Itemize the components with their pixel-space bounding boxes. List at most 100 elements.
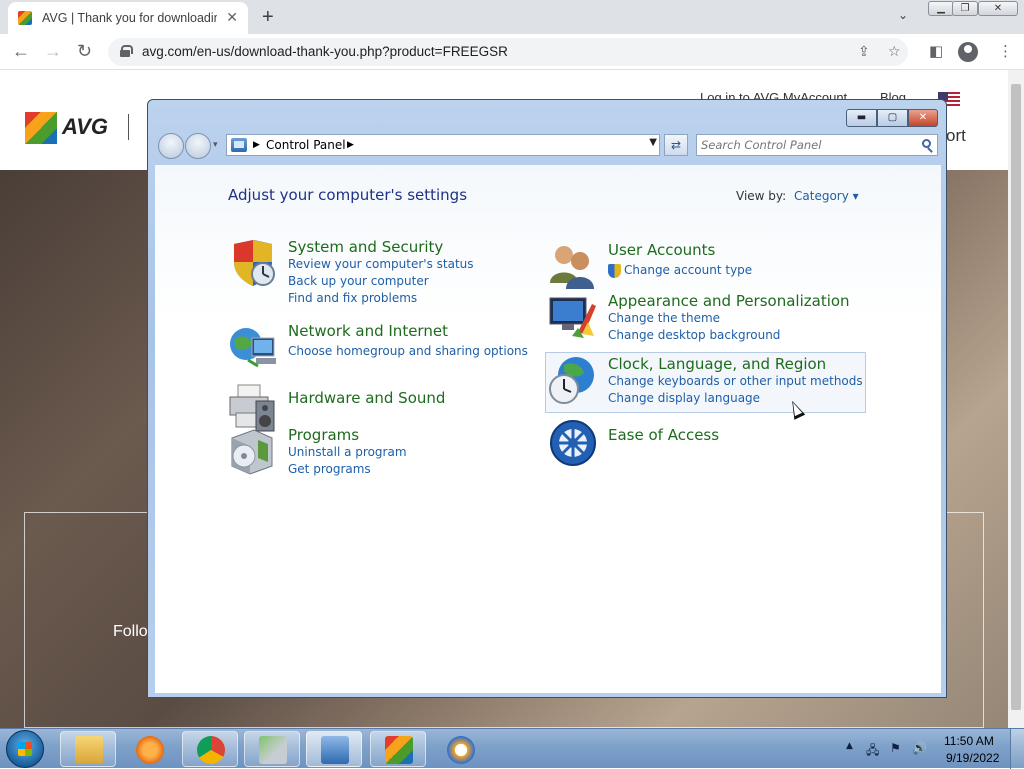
control-panel-icon — [231, 138, 247, 152]
avg-favicon-icon — [18, 11, 32, 25]
url-text: avg.com/en-us/download-thank-you.php?pro… — [142, 44, 508, 59]
recent-pages-chevron-icon[interactable]: ▾ — [213, 140, 218, 150]
back-button[interactable]: ← — [12, 41, 30, 62]
page-heading: Adjust your computer's settings — [228, 186, 468, 204]
taskbar-media-player[interactable] — [121, 731, 177, 767]
refresh-button[interactable]: ⇄ — [664, 134, 688, 156]
category-title[interactable]: Appearance and Personalization — [608, 292, 850, 310]
avg-logo-text[interactable]: AVG — [62, 114, 108, 140]
control-panel-window: ▬ ▢ ✕ ▾ ▶ Control Panel ▶ ▼ ⇄ Adjust you… — [147, 99, 947, 698]
windows-taskbar: ▲ 🖧 ⚑ 🔊 11:50 AM 9/19/2022 — [0, 728, 1024, 769]
side-panel-icon[interactable]: ◧ — [929, 42, 943, 60]
cp-content-area: Adjust your computer's settings View by:… — [155, 165, 941, 693]
tab-title: AVG | Thank you for downloadin — [42, 11, 217, 25]
link-find-fix[interactable]: Find and fix problems — [288, 291, 417, 305]
browser-tab-avg[interactable]: AVG | Thank you for downloadin ✕ — [8, 2, 248, 34]
taskbar-chrome[interactable] — [182, 731, 238, 767]
programs-box-icon[interactable] — [228, 426, 278, 476]
network-tray-icon[interactable]: 🖧 — [866, 741, 879, 762]
link-homegroup[interactable]: Choose homegroup and sharing options — [288, 344, 528, 358]
show-desktop-button[interactable] — [1010, 729, 1024, 769]
cp-minimize-button[interactable]: ▬ — [846, 109, 877, 127]
tab-close-icon[interactable]: ✕ — [226, 10, 238, 26]
start-button[interactable] — [6, 730, 44, 768]
globe-clock-icon[interactable] — [548, 355, 598, 405]
view-by-dropdown[interactable]: Category ▾ — [794, 189, 859, 203]
category-title[interactable]: Clock, Language, and Region — [608, 355, 826, 373]
new-tab-button[interactable]: + — [262, 6, 274, 29]
address-dropdown-icon[interactable]: ▼ — [649, 137, 657, 148]
link-backup[interactable]: Back up your computer — [288, 274, 429, 288]
browser-restore-button[interactable]: ❐ — [952, 1, 978, 16]
breadcrumb-arrow-icon[interactable]: ▶ — [347, 140, 354, 150]
link-change-account-type[interactable]: Change account type — [624, 263, 752, 277]
link-change-theme[interactable]: Change the theme — [608, 311, 720, 325]
reload-button[interactable]: ↻ — [77, 41, 92, 62]
clock-time[interactable]: 11:50 AM — [944, 734, 994, 748]
link-desktop-background[interactable]: Change desktop background — [608, 328, 780, 342]
category-title[interactable]: Hardware and Sound — [288, 389, 445, 407]
search-icon[interactable] — [922, 139, 931, 148]
cp-close-button[interactable]: ✕ — [908, 109, 938, 127]
network-globe-icon[interactable] — [228, 322, 278, 372]
share-icon[interactable]: ⇪ — [858, 44, 870, 60]
cp-back-button[interactable] — [158, 133, 184, 159]
setup-installer-icon — [259, 736, 287, 764]
ease-of-access-icon[interactable] — [548, 418, 598, 468]
volume-icon[interactable]: 🔊 — [912, 741, 927, 755]
address-bar[interactable]: avg.com/en-us/download-thank-you.php?pro… — [108, 38, 908, 66]
link-uninstall[interactable]: Uninstall a program — [288, 445, 407, 459]
cp-forward-button[interactable] — [185, 133, 211, 159]
window-controls: ▬ ▢ ✕ — [846, 109, 938, 127]
monitor-paint-icon[interactable] — [548, 292, 598, 342]
scrollbar-thumb[interactable] — [1011, 84, 1021, 710]
link-get-programs[interactable]: Get programs — [288, 462, 371, 476]
taskbar-setup[interactable] — [244, 731, 300, 767]
avg-logo-icon[interactable] — [25, 112, 57, 144]
link-change-keyboards[interactable]: Change keyboards or other input methods — [608, 374, 863, 388]
bookmark-star-icon[interactable]: ☆ — [888, 44, 901, 60]
secure-browser-icon — [447, 736, 475, 764]
tab-search-chevron-icon[interactable]: ⌄ — [898, 8, 908, 22]
users-icon[interactable] — [548, 241, 598, 291]
category-title[interactable]: Programs — [288, 426, 359, 444]
cp-address-bar[interactable]: ▶ Control Panel ▶ ▼ — [226, 134, 660, 156]
profile-avatar[interactable] — [958, 42, 978, 62]
nav-support-partial[interactable]: ort — [946, 126, 966, 146]
shield-icon[interactable] — [228, 238, 278, 288]
category-title[interactable]: Network and Internet — [288, 322, 448, 340]
link-review-status[interactable]: Review your computer's status — [288, 257, 474, 271]
hero-text-partial: Follo — [113, 623, 148, 640]
header-divider — [128, 114, 129, 140]
browser-tab-bar: AVG | Thank you for downloadin ✕ + ⌄ ▁ ❐… — [0, 0, 1024, 34]
browser-minimize-button[interactable]: ▁ — [928, 1, 954, 16]
taskbar-avg[interactable] — [370, 731, 426, 767]
page-scrollbar[interactable] — [1008, 70, 1024, 728]
taskbar-control-panel[interactable] — [306, 731, 362, 767]
chrome-icon — [197, 736, 225, 764]
search-input[interactable] — [701, 137, 911, 153]
clock-date[interactable]: 9/19/2022 — [946, 751, 999, 765]
folder-icon — [75, 736, 103, 764]
action-center-flag-icon[interactable]: ⚑ — [890, 741, 901, 755]
view-by-label: View by: — [736, 189, 787, 203]
control-panel-icon — [321, 736, 349, 764]
taskbar-secure-browser[interactable] — [432, 731, 488, 767]
cp-maximize-button[interactable]: ▢ — [877, 109, 908, 127]
lock-icon[interactable] — [120, 45, 133, 57]
browser-toolbar: ← → ↻ avg.com/en-us/download-thank-you.p… — [0, 34, 1024, 70]
category-title[interactable]: User Accounts — [608, 241, 715, 259]
avg-icon — [385, 736, 413, 764]
tray-expand-icon[interactable]: ▲ — [846, 741, 853, 751]
breadcrumb-arrow-icon[interactable]: ▶ — [253, 140, 260, 150]
menu-dots-icon[interactable]: ⋮ — [998, 42, 1013, 60]
forward-button[interactable]: → — [44, 41, 62, 62]
category-title[interactable]: System and Security — [288, 238, 443, 256]
taskbar-explorer[interactable] — [60, 731, 116, 767]
link-display-language[interactable]: Change display language — [608, 391, 760, 405]
category-title[interactable]: Ease of Access — [608, 426, 719, 444]
breadcrumb-control-panel[interactable]: Control Panel — [266, 138, 346, 152]
media-player-icon — [136, 736, 164, 764]
browser-close-button[interactable]: ✕ — [978, 1, 1018, 16]
cp-search-box[interactable] — [696, 134, 938, 156]
